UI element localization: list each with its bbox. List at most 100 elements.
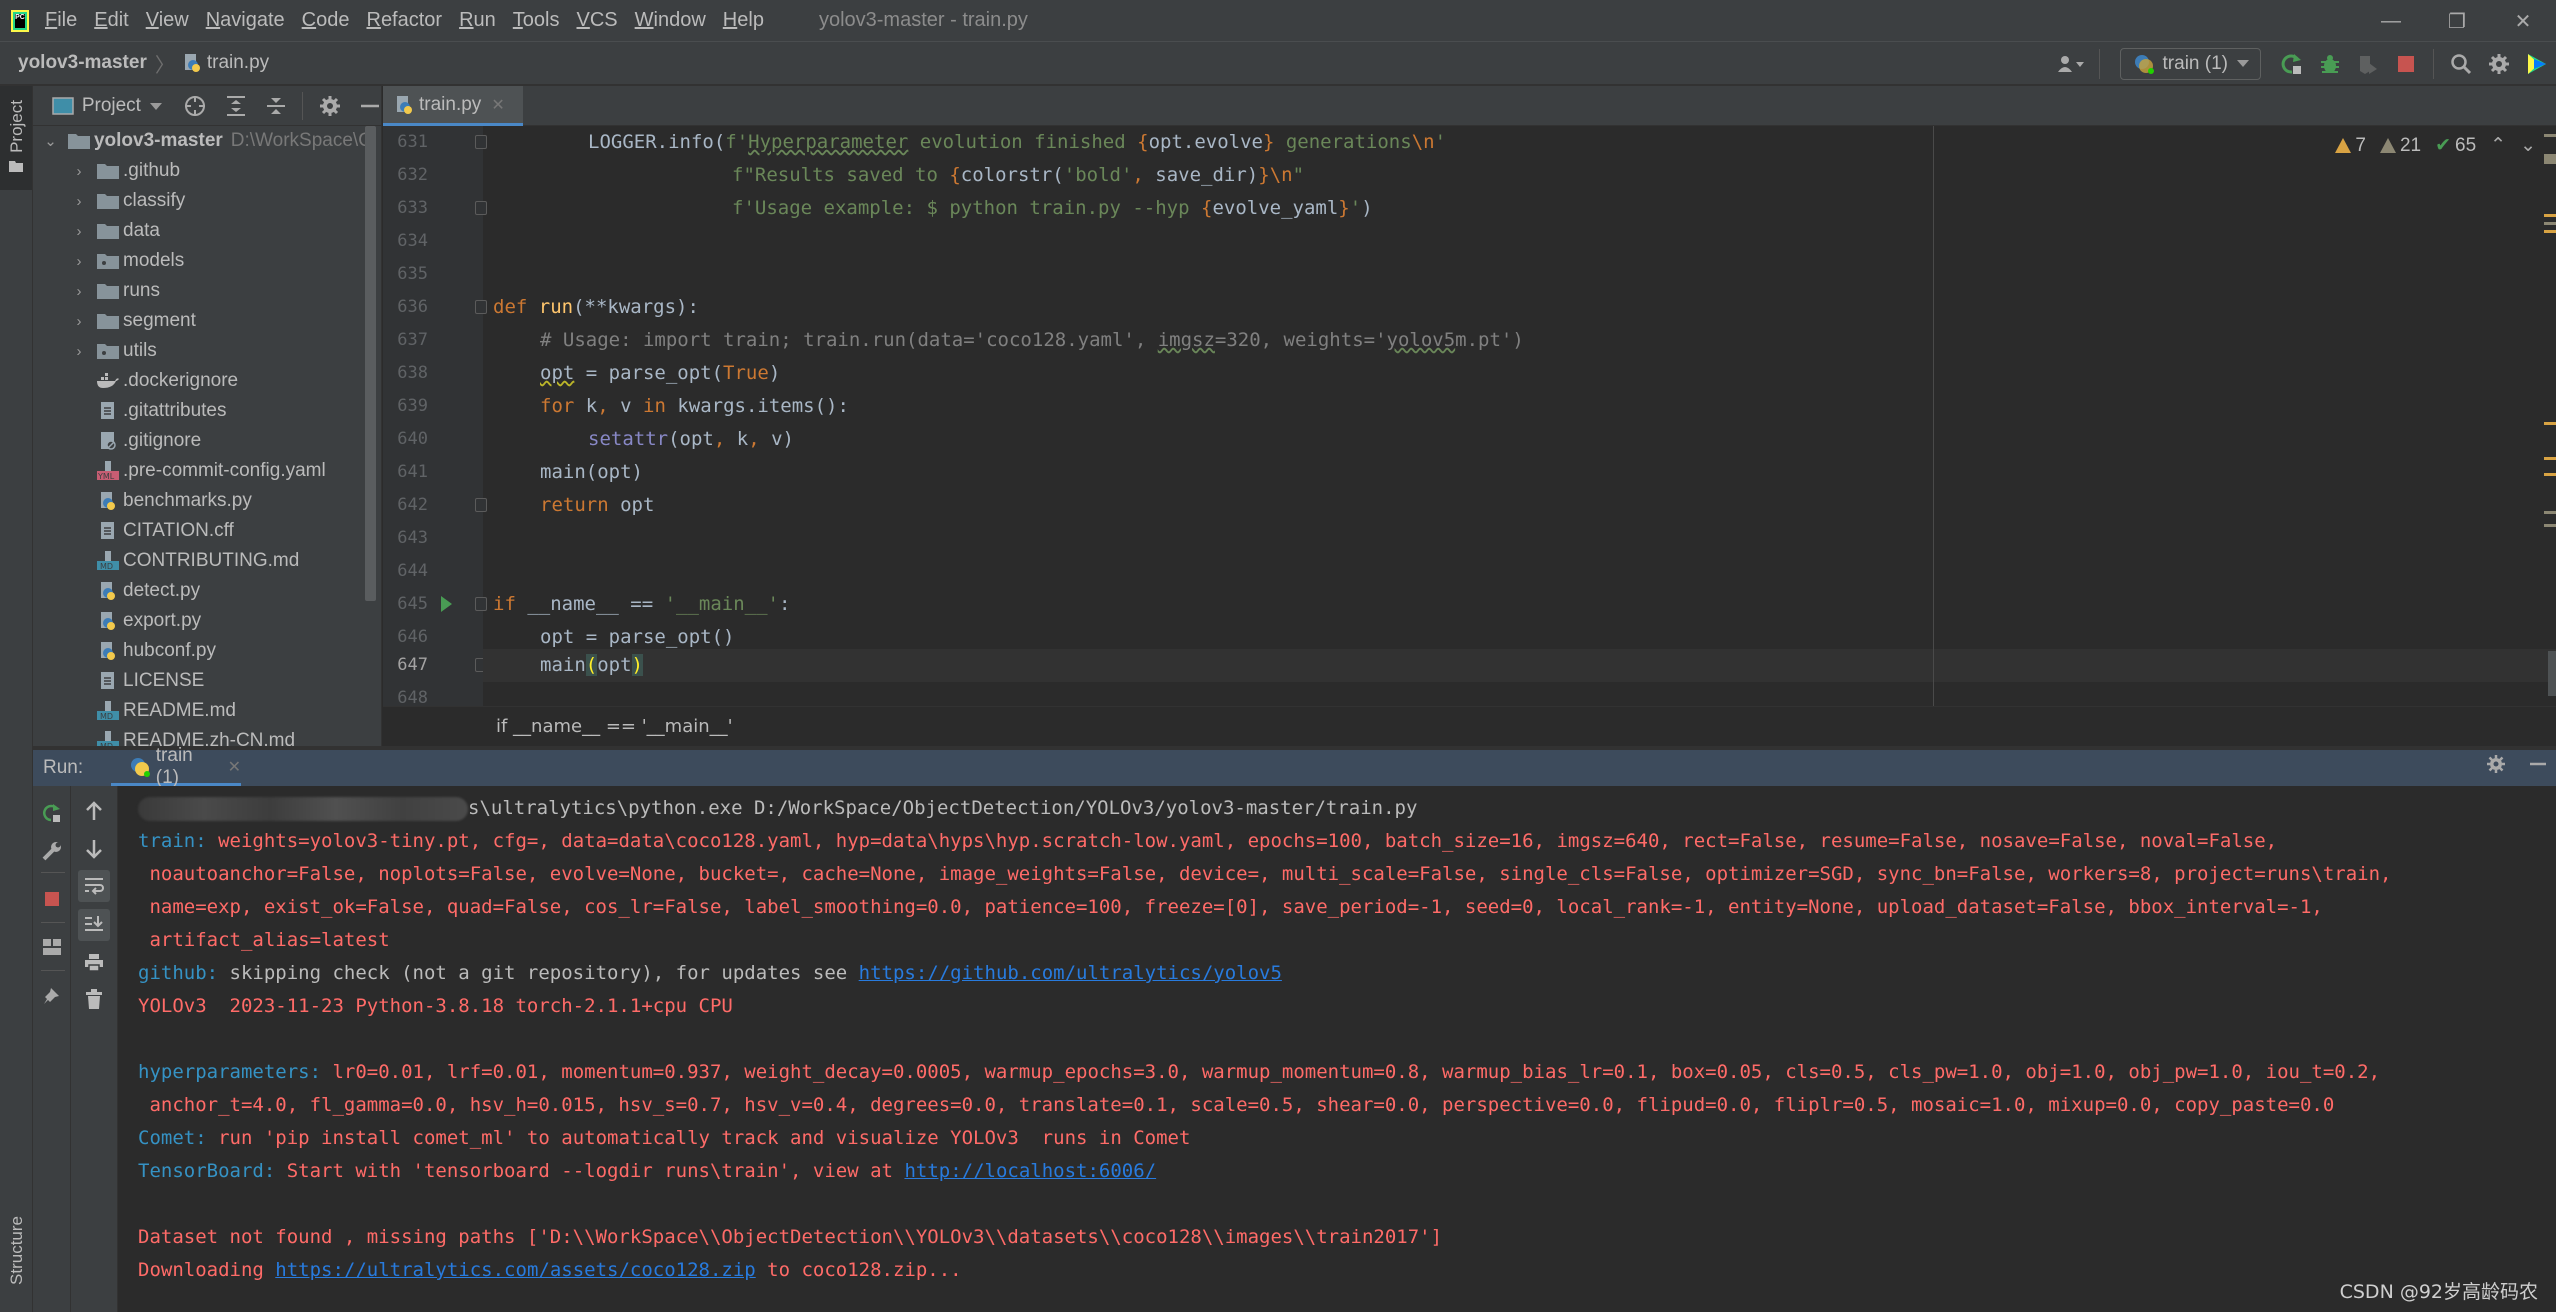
tree-item[interactable]: .gitignore — [33, 426, 373, 456]
hide-panel-icon[interactable] — [359, 95, 381, 117]
tree-item[interactable]: hubconf.py — [33, 636, 373, 666]
chevron-right-icon[interactable]: › — [71, 223, 87, 240]
print-button[interactable] — [81, 950, 107, 976]
fold-marker-icon[interactable] — [475, 498, 487, 512]
menu-window[interactable]: Window — [635, 9, 706, 32]
restore-button[interactable]: ❐ — [2424, 0, 2490, 42]
line-number[interactable]: 643 — [383, 528, 428, 548]
run-with-coverage-button[interactable] — [2350, 46, 2386, 82]
menu-refactor[interactable]: Refactor — [366, 9, 442, 32]
tree-item[interactable]: › utils — [33, 336, 373, 366]
collapse-all-icon[interactable] — [265, 95, 287, 117]
fold-marker-icon[interactable] — [475, 135, 487, 149]
tab-train-py[interactable]: train.py ✕ — [383, 86, 523, 126]
scroll-down-button[interactable] — [81, 836, 107, 862]
typos-count[interactable]: ✔ 65 — [2435, 134, 2476, 157]
close-tab-icon[interactable]: ✕ — [491, 95, 504, 115]
tree-item[interactable]: export.py — [33, 606, 373, 636]
debug-button[interactable] — [2312, 46, 2348, 82]
pin-tab-button[interactable] — [39, 982, 65, 1008]
tree-item[interactable]: › models — [33, 246, 373, 276]
menu-help[interactable]: Help — [723, 9, 764, 32]
line-number[interactable]: 640 — [383, 429, 428, 449]
line-number[interactable]: 633 — [383, 198, 428, 218]
menu-run[interactable]: Run — [459, 9, 496, 32]
error-stripe-mark[interactable] — [2544, 214, 2556, 217]
line-number[interactable]: 642 — [383, 495, 428, 515]
tree-item[interactable]: CITATION.cff — [33, 516, 373, 546]
chevron-right-icon[interactable]: › — [71, 253, 87, 270]
project-tool-tab[interactable]: Project — [0, 86, 32, 190]
chevron-right-icon[interactable]: › — [71, 163, 87, 180]
editor-scrollbar[interactable] — [2548, 651, 2556, 696]
soft-wrap-toggle[interactable] — [78, 870, 110, 902]
tree-item[interactable]: LICENSE — [33, 666, 373, 696]
fold-marker-icon[interactable] — [475, 300, 487, 314]
menu-navigate[interactable]: Navigate — [206, 9, 285, 32]
settings-button[interactable] — [2481, 46, 2517, 82]
code-with-me-button[interactable] — [2519, 46, 2555, 82]
run-console-output[interactable]: CSDN @92岁高龄码农 s\ultralytics\python.exe D… — [118, 786, 2556, 1312]
hide-panel-icon[interactable] — [2528, 754, 2548, 774]
line-number[interactable]: 635 — [383, 264, 428, 284]
line-number[interactable]: 637 — [383, 330, 428, 350]
gear-icon[interactable] — [2486, 754, 2506, 774]
line-number[interactable]: 641 — [383, 462, 428, 482]
error-stripe-mark[interactable] — [2544, 524, 2556, 527]
line-number[interactable]: 646 — [383, 627, 428, 647]
stop-button[interactable] — [2388, 46, 2424, 82]
line-number[interactable]: 636 — [383, 297, 428, 317]
menu-file[interactable]: File — [45, 9, 77, 32]
project-scrollbar[interactable] — [365, 126, 376, 601]
inspection-widget[interactable]: 7 21 ✔ 65 ⌃ ⌄ — [2335, 134, 2536, 157]
tensorboard-link[interactable]: http://localhost:6006/ — [904, 1160, 1156, 1182]
tree-item[interactable]: MDREADME.zh-CN.md — [33, 726, 373, 746]
chevron-down-icon[interactable] — [149, 101, 163, 111]
menu-view[interactable]: View — [146, 9, 189, 32]
rerun-button[interactable] — [2274, 46, 2310, 82]
error-stripe-mark[interactable] — [2544, 511, 2556, 514]
run-configuration-select[interactable]: train (1) — [2119, 48, 2261, 80]
chevron-right-icon[interactable]: › — [71, 343, 87, 360]
menu-edit[interactable]: Edit — [94, 9, 128, 32]
vcs-user-button[interactable] — [2054, 46, 2090, 82]
line-number[interactable]: 647 — [383, 655, 428, 675]
breadcrumb-file[interactable]: train.py — [183, 52, 269, 74]
close-window-button[interactable]: ✕ — [2490, 0, 2556, 42]
run-tab-train[interactable]: train (1) ✕ — [111, 745, 241, 788]
error-stripe-mark[interactable] — [2544, 473, 2556, 476]
line-number[interactable]: 648 — [383, 688, 428, 706]
tree-item[interactable]: YML .pre-commit-config.yaml — [33, 456, 373, 486]
error-stripe-mark[interactable] — [2544, 154, 2556, 164]
project-view-select[interactable]: Project — [82, 95, 141, 117]
tree-item[interactable]: › .github — [33, 156, 373, 186]
stop-button[interactable] — [39, 886, 65, 912]
tree-item[interactable]: › classify — [33, 186, 373, 216]
code-breadcrumb[interactable]: if __name__ == '__main__' — [383, 706, 2556, 746]
tree-item[interactable]: .dockerignore — [33, 366, 373, 396]
expand-all-icon[interactable] — [225, 95, 247, 117]
chevron-right-icon[interactable]: › — [71, 313, 87, 330]
fold-marker-icon[interactable] — [475, 201, 487, 215]
warnings-count[interactable]: 7 — [2335, 135, 2366, 157]
locate-file-icon[interactable] — [183, 94, 207, 118]
tree-item[interactable]: › segment — [33, 306, 373, 336]
line-number[interactable]: 644 — [383, 561, 428, 581]
scroll-to-end-toggle[interactable] — [78, 909, 110, 941]
line-number[interactable]: 631 — [383, 132, 428, 152]
fold-marker-icon[interactable] — [475, 597, 487, 611]
line-number[interactable]: 632 — [383, 165, 428, 185]
tree-root[interactable]: ⌄ yolov3-master D:\WorkSpace\O — [33, 126, 373, 156]
menu-tools[interactable]: Tools — [513, 9, 560, 32]
tree-item[interactable]: detect.py — [33, 576, 373, 606]
close-tab-icon[interactable]: ✕ — [228, 757, 241, 777]
chevron-down-icon[interactable]: ⌄ — [43, 132, 58, 150]
tree-item[interactable]: › runs — [33, 276, 373, 306]
error-stripe-mark[interactable] — [2544, 422, 2556, 425]
tree-item[interactable]: benchmarks.py — [33, 486, 373, 516]
scroll-up-button[interactable] — [81, 798, 107, 824]
breadcrumb-project[interactable]: yolov3-master — [18, 52, 147, 74]
menu-code[interactable]: Code — [302, 9, 350, 32]
line-number[interactable]: 639 — [383, 396, 428, 416]
modify-run-config-button[interactable] — [39, 838, 65, 864]
